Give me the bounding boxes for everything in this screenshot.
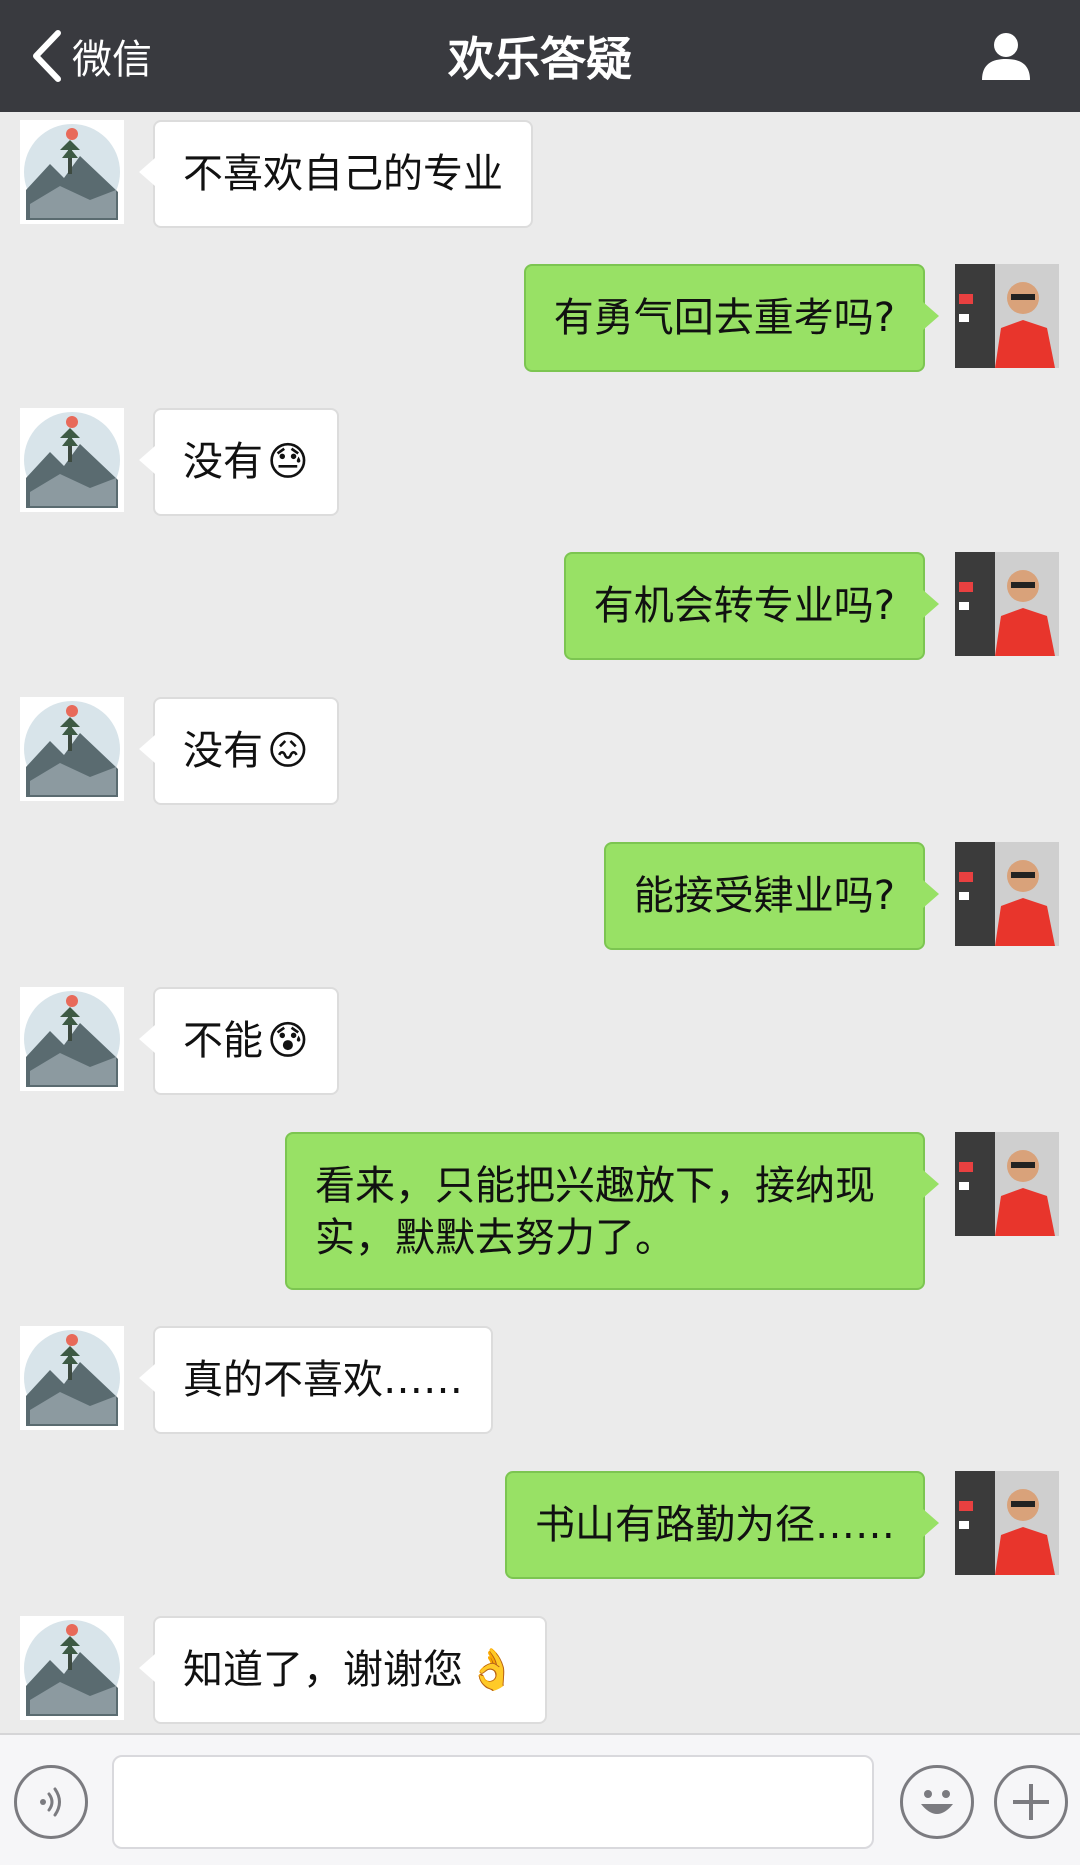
- message-row: 有勇气回去重考吗?: [0, 264, 1080, 372]
- user-avatar[interactable]: [955, 1471, 1059, 1575]
- sent-message-bubble[interactable]: 能接受肄业吗?: [603, 842, 939, 950]
- anxious-emoji: 😰: [267, 1018, 309, 1064]
- bubble-tail: [923, 1509, 939, 1537]
- message-row: 不喜欢自己的专业: [0, 120, 1080, 228]
- message-row: 有机会转专业吗?: [0, 552, 1080, 660]
- landscape-avatar-icon: [20, 697, 124, 801]
- received-message-bubble[interactable]: 真的不喜欢……: [139, 1326, 493, 1434]
- person-photo-avatar-icon: [955, 1471, 1059, 1575]
- bubble-tail: [139, 1025, 155, 1053]
- input-bar: [0, 1733, 1080, 1865]
- received-message-bubble[interactable]: 不喜欢自己的专业: [139, 120, 533, 228]
- message-row: 书山有路勤为径……: [0, 1471, 1080, 1579]
- bubble-tail: [139, 446, 155, 474]
- title-bar: 微信 欢乐答疑: [0, 0, 1080, 112]
- user-avatar[interactable]: [955, 842, 1059, 946]
- message-text: 有勇气回去重考吗?: [553, 295, 895, 341]
- person-photo-avatar-icon: [955, 264, 1059, 368]
- landscape-avatar-icon: [20, 408, 124, 512]
- message-row: 真的不喜欢……: [0, 1326, 1080, 1434]
- message-text: 真的不喜欢……: [183, 1357, 463, 1403]
- bubble-tail: [139, 158, 155, 186]
- contact-avatar[interactable]: [20, 697, 124, 801]
- voice-icon: [40, 1787, 61, 1817]
- person-photo-avatar-icon: [955, 1132, 1059, 1236]
- message-row: 没有 😖: [0, 697, 1080, 805]
- message-row: 知道了，谢谢您 👌: [0, 1616, 1080, 1724]
- landscape-avatar-icon: [20, 987, 124, 1091]
- contact-avatar[interactable]: [20, 1326, 124, 1430]
- profile-button[interactable]: [978, 28, 1034, 84]
- chat-title: 欢乐答疑: [448, 32, 632, 86]
- message-text: 有机会转专业吗?: [593, 583, 895, 629]
- received-message-bubble[interactable]: 没有 😖: [139, 697, 339, 805]
- person-photo-avatar-icon: [955, 842, 1059, 946]
- more-button[interactable]: [994, 1765, 1068, 1839]
- received-message-bubble[interactable]: 不能 😰: [139, 987, 339, 1095]
- message-row: 看来，只能把兴趣放下，接纳现实，默默去努力了。: [0, 1132, 1080, 1290]
- sent-message-bubble[interactable]: 有勇气回去重考吗?: [523, 264, 939, 372]
- voice-button[interactable]: [14, 1765, 88, 1839]
- contact-avatar[interactable]: [20, 987, 124, 1091]
- received-message-bubble[interactable]: 知道了，谢谢您 👌: [139, 1616, 547, 1724]
- message-text: 不喜欢自己的专业: [183, 151, 503, 197]
- message-text: 没有: [183, 728, 263, 774]
- user-avatar[interactable]: [955, 1132, 1059, 1236]
- chevron-left-icon: [33, 30, 61, 82]
- bubble-tail: [139, 735, 155, 763]
- confounded-emoji: 😖: [267, 728, 309, 774]
- message-row: 能接受肄业吗?: [0, 842, 1080, 950]
- person-photo-avatar-icon: [955, 552, 1059, 656]
- bubble-tail: [139, 1654, 155, 1682]
- cold-sweat-emoji: 😓: [267, 439, 309, 485]
- user-avatar[interactable]: [955, 264, 1059, 368]
- back-label: 微信: [72, 37, 152, 83]
- message-text: 看来，只能把兴趣放下，接纳现实，默默去努力了。: [315, 1163, 875, 1261]
- message-text: 没有: [183, 439, 263, 485]
- back-button[interactable]: 微信: [30, 24, 152, 88]
- sent-message-bubble[interactable]: 有机会转专业吗?: [563, 552, 939, 660]
- contact-avatar[interactable]: [20, 120, 124, 224]
- landscape-avatar-icon: [20, 120, 124, 224]
- person-icon: [982, 33, 1030, 80]
- bubble-tail: [139, 1364, 155, 1392]
- ok-hand-emoji: 👌: [467, 1647, 517, 1693]
- bubble-tail: [923, 880, 939, 908]
- smiley-icon: [921, 1790, 953, 1814]
- bubble-tail: [923, 1170, 939, 1198]
- emoji-button[interactable]: [900, 1765, 974, 1839]
- received-message-bubble[interactable]: 没有 😓: [139, 408, 339, 516]
- contact-avatar[interactable]: [20, 408, 124, 512]
- landscape-avatar-icon: [20, 1616, 124, 1720]
- message-input[interactable]: [112, 1755, 874, 1849]
- landscape-avatar-icon: [20, 1326, 124, 1430]
- plus-icon: [1013, 1784, 1049, 1820]
- message-text: 知道了，谢谢您: [183, 1647, 463, 1693]
- message-text: 能接受肄业吗?: [633, 873, 895, 919]
- message-text: 不能: [183, 1018, 263, 1064]
- user-avatar[interactable]: [955, 552, 1059, 656]
- bubble-tail: [923, 590, 939, 618]
- message-row: 没有 😓: [0, 408, 1080, 516]
- bubble-tail: [923, 302, 939, 330]
- message-text: 书山有路勤为径……: [535, 1502, 895, 1548]
- sent-message-bubble[interactable]: 看来，只能把兴趣放下，接纳现实，默默去努力了。: [285, 1132, 939, 1290]
- sent-message-bubble[interactable]: 书山有路勤为径……: [505, 1471, 939, 1579]
- contact-avatar[interactable]: [20, 1616, 124, 1720]
- message-row: 不能 😰: [0, 987, 1080, 1095]
